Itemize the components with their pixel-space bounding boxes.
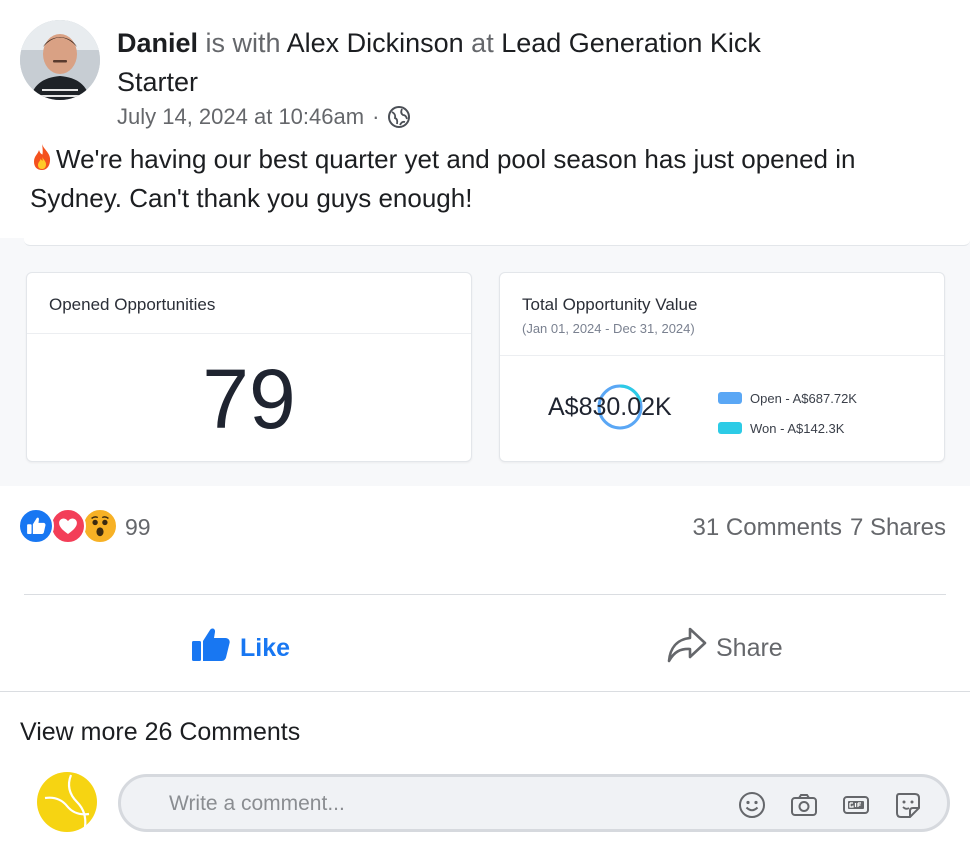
legend-item-open: Open - A$687.72K bbox=[718, 383, 857, 413]
engagement-counts: 31 Comments 7 Shares bbox=[693, 514, 946, 542]
total-opportunity-value: A$830.02K bbox=[548, 393, 672, 421]
author-avatar[interactable] bbox=[20, 20, 100, 100]
total-opportunity-range: (Jan 01, 2024 - Dec 31, 2024) bbox=[522, 321, 695, 336]
value-legend: Open - A$687.72K Won - A$142.3K bbox=[718, 383, 857, 443]
legend-label-won: Won - A$142.3K bbox=[750, 420, 845, 436]
embedded-dashboard-image[interactable]: Opened Opportunities 79 Total Opportunit… bbox=[0, 238, 970, 486]
meta-separator: · bbox=[372, 104, 380, 129]
share-label: Share bbox=[716, 633, 783, 662]
comment-composer bbox=[0, 772, 970, 842]
card-divider bbox=[27, 333, 471, 334]
thumbs-up-icon bbox=[190, 625, 232, 672]
wow-icon bbox=[82, 508, 118, 544]
like-button[interactable]: Like bbox=[190, 626, 290, 670]
post-header: Daniel is with Alex Dickinson at Lead Ge… bbox=[20, 20, 960, 130]
sticker-icon[interactable] bbox=[891, 789, 925, 821]
total-opportunity-title: Total Opportunity Value bbox=[522, 295, 698, 314]
total-opportunity-card: Total Opportunity Value (Jan 01, 2024 - … bbox=[499, 272, 945, 462]
at-text: at bbox=[471, 28, 494, 58]
globe-icon[interactable] bbox=[387, 105, 411, 129]
post-meta: July 14, 2024 at 10:46am · bbox=[117, 104, 817, 130]
card-divider bbox=[500, 355, 944, 356]
reaction-icons[interactable] bbox=[18, 508, 128, 546]
view-more-comments[interactable]: View more 26 Comments bbox=[20, 718, 300, 747]
legend-label-open: Open - A$687.72K bbox=[750, 390, 857, 406]
comment-box[interactable] bbox=[118, 774, 950, 832]
like-label: Like bbox=[240, 633, 291, 662]
love-icon bbox=[50, 508, 86, 544]
comment-tools bbox=[735, 789, 925, 821]
author-block: Daniel is with Alex Dickinson at Lead Ge… bbox=[117, 24, 817, 130]
flame-icon bbox=[30, 142, 54, 172]
post-body-text: We're having our best quarter yet and po… bbox=[30, 144, 856, 213]
stats-divider bbox=[24, 594, 946, 595]
legend-swatch-open bbox=[718, 392, 742, 404]
share-arrow-icon bbox=[666, 625, 708, 672]
reaction-count[interactable]: 99 bbox=[125, 514, 151, 541]
emoji-icon[interactable] bbox=[735, 789, 769, 821]
with-text: is with bbox=[205, 28, 281, 58]
opened-opportunities-card: Opened Opportunities 79 bbox=[26, 272, 472, 462]
tagged-user[interactable]: Alex Dickinson bbox=[287, 28, 464, 58]
legend-item-won: Won - A$142.3K bbox=[718, 413, 857, 443]
legend-swatch-won bbox=[718, 422, 742, 434]
author-name[interactable]: Daniel bbox=[117, 28, 198, 58]
comments-count[interactable]: 31 Comments bbox=[693, 514, 842, 542]
shares-count[interactable]: 7 Shares bbox=[850, 514, 946, 542]
author-line: Daniel is with Alex Dickinson at Lead Ge… bbox=[117, 24, 817, 102]
post-actions: Like Share bbox=[0, 604, 970, 692]
embed-top-edge bbox=[24, 238, 970, 246]
gif-icon[interactable] bbox=[839, 789, 873, 821]
post-timestamp[interactable]: July 14, 2024 at 10:46am bbox=[117, 104, 364, 130]
like-icon bbox=[18, 508, 54, 544]
current-user-avatar bbox=[37, 772, 97, 832]
opened-opportunities-value: 79 bbox=[202, 352, 296, 446]
comment-input[interactable] bbox=[169, 789, 689, 819]
camera-icon[interactable] bbox=[787, 789, 821, 821]
share-button[interactable]: Share bbox=[666, 626, 783, 670]
post-body: We're having our best quarter yet and po… bbox=[30, 140, 950, 218]
reactions-row: 99 31 Comments 7 Shares bbox=[18, 508, 948, 548]
opened-opportunities-title: Opened Opportunities bbox=[49, 295, 216, 314]
